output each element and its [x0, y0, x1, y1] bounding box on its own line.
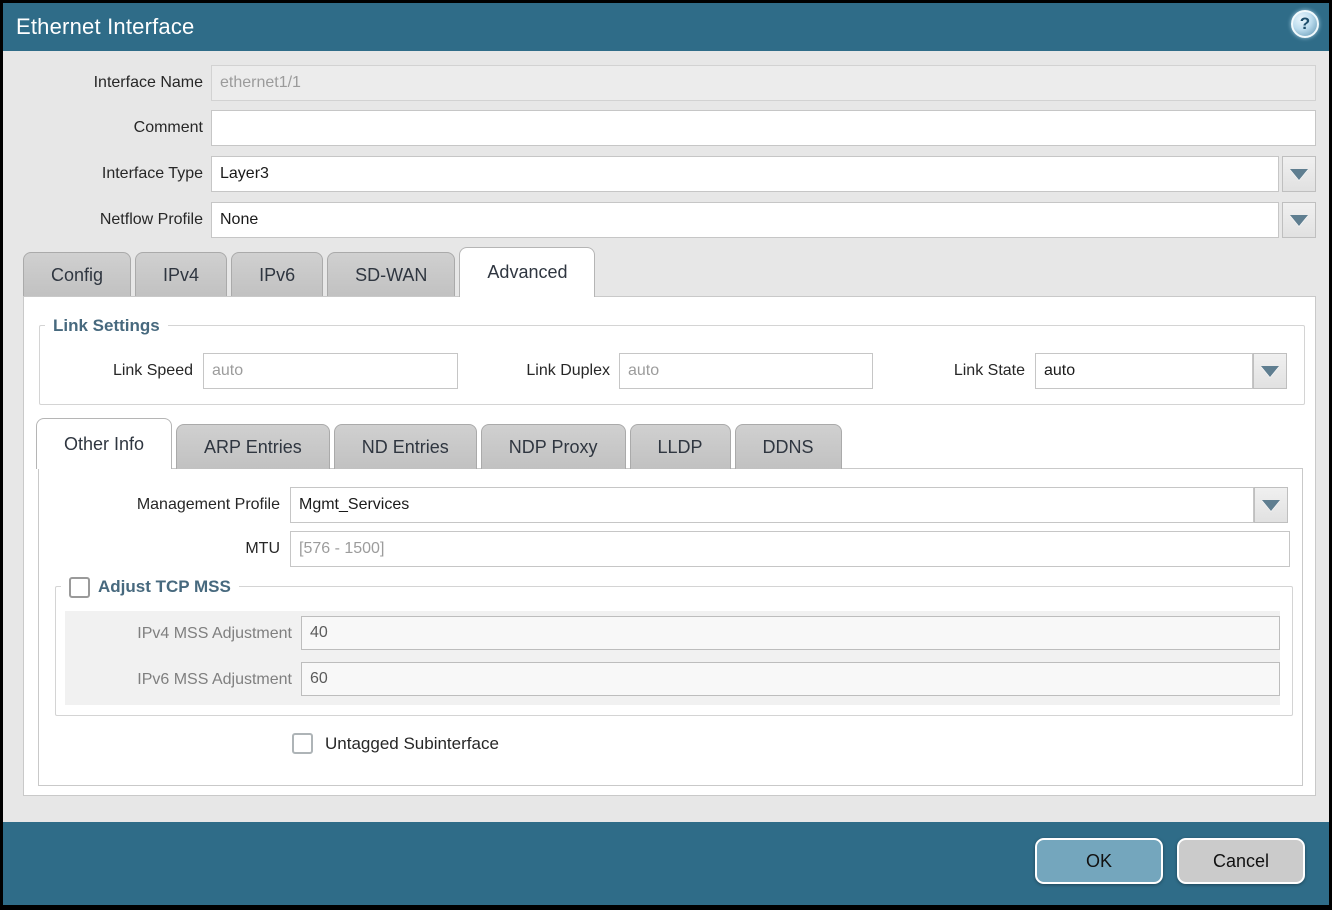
tab-lldp-label: LLDP — [658, 437, 703, 458]
interface-name-label: Interface Name — [3, 65, 203, 101]
mtu-input[interactable] — [290, 531, 1290, 567]
management-profile-select[interactable] — [290, 487, 1254, 523]
ipv4-mss-input — [301, 616, 1280, 650]
netflow-profile-dropdown-button[interactable] — [1282, 202, 1316, 238]
link-duplex-input[interactable] — [619, 353, 873, 389]
link-settings-legend: Link Settings — [45, 315, 168, 337]
tab-ndp-proxy-label: NDP Proxy — [509, 437, 598, 458]
tab-ipv4-label: IPv4 — [163, 265, 199, 286]
untagged-subinterface-label: Untagged Subinterface — [325, 726, 625, 762]
chevron-down-icon — [1262, 500, 1280, 511]
dialog-footer: OK Cancel — [3, 822, 1329, 905]
dialog-title: Ethernet Interface — [3, 14, 194, 40]
tab-ddns-label: DDNS — [763, 437, 814, 458]
link-speed-input[interactable] — [203, 353, 458, 389]
adjust-tcp-mss-legend: Adjust TCP MSS — [61, 575, 239, 599]
interface-type-label: Interface Type — [3, 156, 203, 192]
tab-config[interactable]: Config — [23, 252, 131, 297]
untagged-subinterface-checkbox[interactable] — [292, 733, 313, 754]
ipv6-mss-label: IPv6 MSS Adjustment — [92, 662, 292, 698]
interface-name-input — [211, 65, 1316, 101]
link-duplex-label: Link Duplex — [460, 353, 610, 389]
tab-arp-entries-label: ARP Entries — [204, 437, 302, 458]
help-icon-glyph: ? — [1300, 14, 1310, 34]
tab-other-info[interactable]: Other Info — [36, 418, 172, 469]
tab-arp-entries[interactable]: ARP Entries — [176, 424, 330, 469]
tab-ipv4[interactable]: IPv4 — [135, 252, 227, 297]
tab-advanced-label: Advanced — [487, 262, 567, 283]
chevron-down-icon — [1290, 169, 1308, 180]
link-settings-legend-label: Link Settings — [53, 316, 160, 336]
tab-nd-entries[interactable]: ND Entries — [334, 424, 477, 469]
management-profile-dropdown-button[interactable] — [1254, 487, 1288, 523]
tab-ipv6-label: IPv6 — [259, 265, 295, 286]
dialog-titlebar: Ethernet Interface ? — [3, 3, 1329, 51]
tab-ddns[interactable]: DDNS — [735, 424, 842, 469]
netflow-profile-label: Netflow Profile — [3, 202, 203, 238]
help-icon[interactable]: ? — [1291, 10, 1319, 38]
ipv4-mss-label: IPv4 MSS Adjustment — [92, 616, 292, 652]
sub-tabstrip: Other Info ARP Entries ND Entries NDP Pr… — [36, 418, 842, 469]
cancel-button[interactable]: Cancel — [1177, 838, 1305, 884]
tab-sdwan[interactable]: SD-WAN — [327, 252, 455, 297]
chevron-down-icon — [1261, 366, 1279, 377]
link-speed-label: Link Speed — [43, 353, 193, 389]
tab-nd-entries-label: ND Entries — [362, 437, 449, 458]
adjust-tcp-mss-legend-label: Adjust TCP MSS — [98, 577, 231, 597]
comment-input[interactable] — [211, 110, 1316, 146]
tab-lldp[interactable]: LLDP — [630, 424, 731, 469]
tab-ndp-proxy[interactable]: NDP Proxy — [481, 424, 626, 469]
adjust-tcp-mss-checkbox[interactable] — [69, 577, 90, 598]
mtu-label: MTU — [80, 531, 280, 567]
interface-type-select[interactable] — [211, 156, 1279, 192]
chevron-down-icon — [1290, 215, 1308, 226]
main-tabstrip: Config IPv4 IPv6 SD-WAN Advanced — [23, 247, 595, 297]
tab-ipv6[interactable]: IPv6 — [231, 252, 323, 297]
ethernet-interface-dialog: Ethernet Interface ? Interface Name Comm… — [0, 0, 1332, 910]
ipv6-mss-input — [301, 662, 1280, 696]
ok-button[interactable]: OK — [1035, 838, 1163, 884]
link-state-select[interactable] — [1035, 353, 1253, 389]
interface-type-dropdown-button[interactable] — [1282, 156, 1316, 192]
tab-config-label: Config — [51, 265, 103, 286]
comment-label: Comment — [3, 110, 203, 146]
link-state-dropdown-button[interactable] — [1253, 353, 1287, 389]
tab-advanced[interactable]: Advanced — [459, 247, 595, 297]
tab-other-info-label: Other Info — [64, 434, 144, 455]
link-state-label: Link State — [875, 353, 1025, 389]
netflow-profile-select[interactable] — [211, 202, 1279, 238]
management-profile-label: Management Profile — [80, 487, 280, 523]
tab-sdwan-label: SD-WAN — [355, 265, 427, 286]
